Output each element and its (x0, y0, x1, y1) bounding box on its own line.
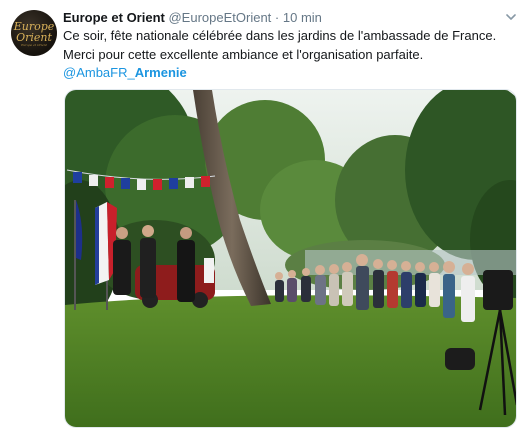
tweet-text-line: Ce soir, fête nationale célébrée dans le… (63, 28, 497, 43)
tweet-header: Europe et Orient @EuropeEtOrient · 10 mi… (63, 9, 322, 27)
tweet-text: Ce soir, fête nationale célébrée dans le… (63, 27, 513, 83)
avatar-logo-line-2: Orient (16, 31, 52, 44)
garden-reception-photo (65, 90, 516, 427)
chevron-down-icon[interactable] (505, 11, 517, 23)
tweet-text-line: Merci pour cette excellente ambiance et … (63, 46, 424, 62)
author-handle[interactable]: @EuropeEtOrient (168, 10, 271, 25)
meta-separator: · (274, 10, 280, 25)
tweet[interactable]: Europe Orient Europe et Orient Europe et… (0, 0, 526, 436)
tweet-photo[interactable] (64, 89, 517, 428)
tweet-timestamp[interactable]: 10 min (283, 10, 322, 25)
hashtag-link[interactable]: Armenie (135, 65, 187, 80)
mention-link[interactable]: @AmbaFR_ (63, 65, 135, 80)
avatar-logo-line-3: Europe et Orient (21, 43, 47, 47)
avatar[interactable]: Europe Orient Europe et Orient (11, 10, 57, 56)
author-name[interactable]: Europe et Orient (63, 10, 165, 25)
tweet-text-line: @AmbaFR_Armenie (63, 64, 513, 83)
